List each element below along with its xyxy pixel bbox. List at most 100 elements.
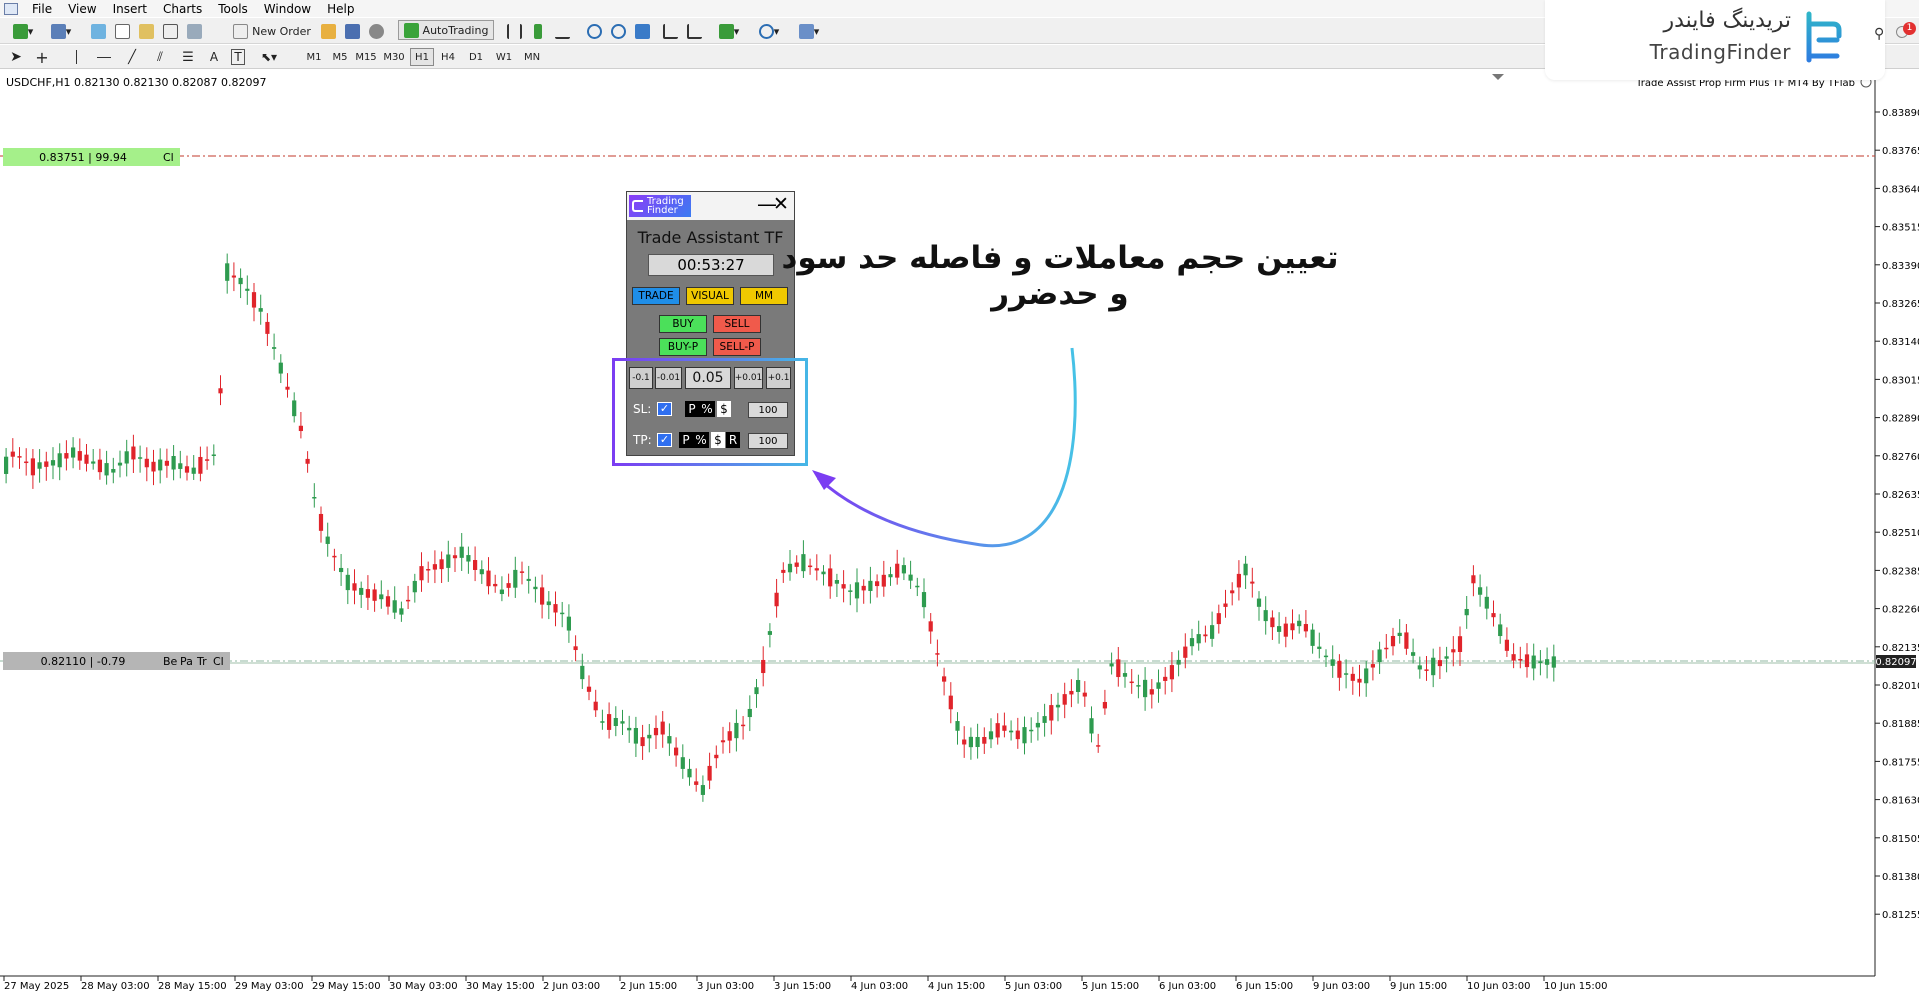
candle-body [1464,608,1469,616]
trailing-tag[interactable]: Tr [197,655,213,668]
candle-body [968,736,973,748]
candle-body [1444,656,1449,659]
candle-body [767,631,772,635]
notifications-button[interactable]: 1 [1894,22,1916,42]
bar-chart-button[interactable] [504,21,524,41]
close-tag[interactable]: Cl [213,655,230,668]
timeframe-m1[interactable]: M1 [302,48,326,66]
partial-tag[interactable]: Pa [180,655,197,668]
zoom-in-icon [586,23,602,39]
price-tick-label: 0.81630 [1882,796,1919,807]
price-tick-label: 0.83640 [1882,184,1919,195]
line-chart-button[interactable] [552,21,572,41]
autoscroll-button[interactable] [684,21,704,41]
candlestick-button[interactable] [528,21,548,41]
candle-body [566,616,571,631]
candle-body [1538,661,1543,664]
candle-body [238,277,243,285]
horizontal-line-button[interactable] [94,47,114,67]
timeframe-h4[interactable]: H4 [436,48,460,66]
terminal-button[interactable] [160,21,180,41]
navigator-button[interactable] [136,21,156,41]
indicators-icon [718,23,734,39]
menu-insert[interactable]: Insert [105,2,155,16]
new-order-button[interactable]: New Order [230,21,314,41]
tab-trade[interactable]: TRADE [632,287,680,305]
trendline-button[interactable]: ╱ [122,47,142,67]
timeframe-m5[interactable]: M5 [328,48,352,66]
sell-button[interactable]: SELL [713,315,761,333]
price-tick-label: 0.81755 [1882,757,1919,768]
strategy-tester-button[interactable] [184,21,204,41]
candle-body [399,608,404,615]
autotrading-icon [403,22,419,38]
fibonacci-button[interactable]: ☰ [178,47,198,67]
menu-help[interactable]: Help [319,2,362,16]
candle-body [285,386,290,390]
vertical-line-button[interactable] [66,47,86,67]
breakeven-tag[interactable]: Be [163,655,180,668]
candle-body [1478,587,1483,595]
text-label-button[interactable]: T [228,47,248,67]
timeframe-h1[interactable]: H1 [410,48,434,66]
price-chart[interactable]: 0.83890 0.83765 0.83640 0.83515 0.83390 0.832… [0,72,1919,994]
menu-view[interactable]: View [60,2,104,16]
sell-pending-button[interactable]: SELL-P [713,338,761,356]
new-chart-button[interactable]: ▾ [6,21,40,41]
tile-windows-button[interactable] [632,21,652,41]
buy-pending-button[interactable]: BUY-P [659,338,707,356]
tab-visual[interactable]: VISUAL [686,287,734,305]
menu-charts[interactable]: Charts [155,2,210,16]
periods-button[interactable]: ▾ [752,21,786,41]
buy-button[interactable]: BUY [659,315,707,333]
timeframe-w1[interactable]: W1 [492,48,516,66]
autotrading-button[interactable]: AutoTrading [398,20,494,40]
text-button[interactable]: A [204,47,224,67]
crosshair-button[interactable]: + [32,47,52,67]
candle-body [205,459,210,461]
candle-body [1337,660,1342,678]
upper-line-label[interactable]: 0.83751 | 99.94 Cl [3,148,180,166]
candle-body [988,731,994,740]
zoom-out-button[interactable] [608,21,628,41]
profiles-button[interactable]: ▾ [44,21,78,41]
panel-header[interactable]: Trading Finder — ✕ [627,192,794,220]
zoom-in-button[interactable] [584,21,604,41]
candle-body [1042,716,1047,723]
market-button[interactable] [366,21,386,41]
templates-button[interactable]: ▾ [792,21,826,41]
experts-button[interactable] [318,21,338,41]
timeframe-mn[interactable]: MN [520,48,544,66]
candle-body [184,466,190,473]
close-button[interactable]: ✕ [773,195,789,214]
price-tick-label: 0.82510 [1882,528,1919,539]
candle-body [1411,652,1416,656]
channel-button[interactable]: ⫽ [150,47,170,67]
cursor-button[interactable]: ➤ [6,47,26,67]
arrows-button[interactable]: ⬉ ▾ [252,47,286,67]
candle-body [17,456,22,458]
chart-shift-button[interactable] [660,21,680,41]
timeframe-d1[interactable]: D1 [464,48,488,66]
menu-tools[interactable]: Tools [210,2,256,16]
candle-body [446,554,451,568]
timeframe-m15[interactable]: M15 [354,48,378,66]
signals-button[interactable] [342,21,362,41]
market-watch-button[interactable] [88,21,108,41]
price-tick-label: 0.83390 [1882,261,1919,272]
menu-file[interactable]: File [24,2,60,16]
upper-line-close-tag[interactable]: Cl [163,151,180,164]
candle-body [1149,689,1154,695]
candle-body [586,686,592,692]
candle-body [600,721,605,723]
data-window-button[interactable] [112,21,132,41]
price-tick-label: 0.83515 [1882,223,1919,234]
timeframe-m30[interactable]: M30 [382,48,406,66]
search-icon[interactable]: ⚲ [1874,26,1884,42]
candle-body [1545,659,1550,665]
current-line-label[interactable]: 0.82110 | -0.79 Be Pa Tr Cl [3,652,230,670]
profiles-icon [50,23,66,39]
indicators-button[interactable]: ▾ [712,21,746,41]
menu-window[interactable]: Window [256,2,319,16]
price-tick-label: 0.81380 [1882,872,1919,883]
